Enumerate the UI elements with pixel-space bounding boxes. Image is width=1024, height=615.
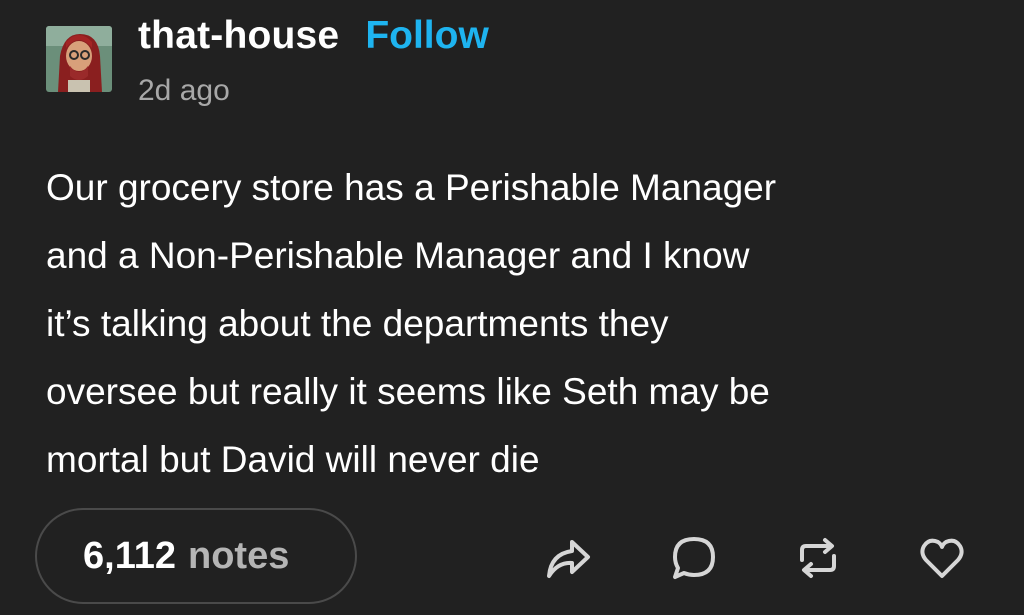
post-body-line: Our grocery store has a Perishable Manag… <box>46 167 777 208</box>
reblog-icon <box>800 538 836 578</box>
reblog-button[interactable] <box>790 530 846 586</box>
reply-icon <box>673 537 715 579</box>
post-body-line: it’s talking about the departments they <box>46 303 669 344</box>
avatar[interactable] <box>46 26 112 92</box>
share-icon <box>547 540 590 578</box>
post-actions <box>0 530 1024 586</box>
post-timestamp[interactable]: 2d ago <box>138 74 489 108</box>
blog-name[interactable]: that-house <box>138 14 339 58</box>
post-body-line: mortal but David will never die <box>46 439 540 480</box>
post-body-line: oversee but really it seems like Seth ma… <box>46 371 770 412</box>
follow-button[interactable]: Follow <box>365 14 488 58</box>
post-body: Our grocery store has a Perishable Manag… <box>46 154 986 494</box>
avatar-image <box>46 26 112 92</box>
post-body-line: and a Non-Perishable Manager and I know <box>46 235 750 276</box>
post-card: that-house Follow 2d ago Our grocery sto… <box>0 0 1024 615</box>
name-row: that-house Follow <box>138 14 489 64</box>
reply-button[interactable] <box>666 530 722 586</box>
share-button[interactable] <box>540 530 596 586</box>
post-header: that-house Follow 2d ago <box>138 14 489 108</box>
like-icon <box>920 538 964 578</box>
like-button[interactable] <box>914 530 970 586</box>
